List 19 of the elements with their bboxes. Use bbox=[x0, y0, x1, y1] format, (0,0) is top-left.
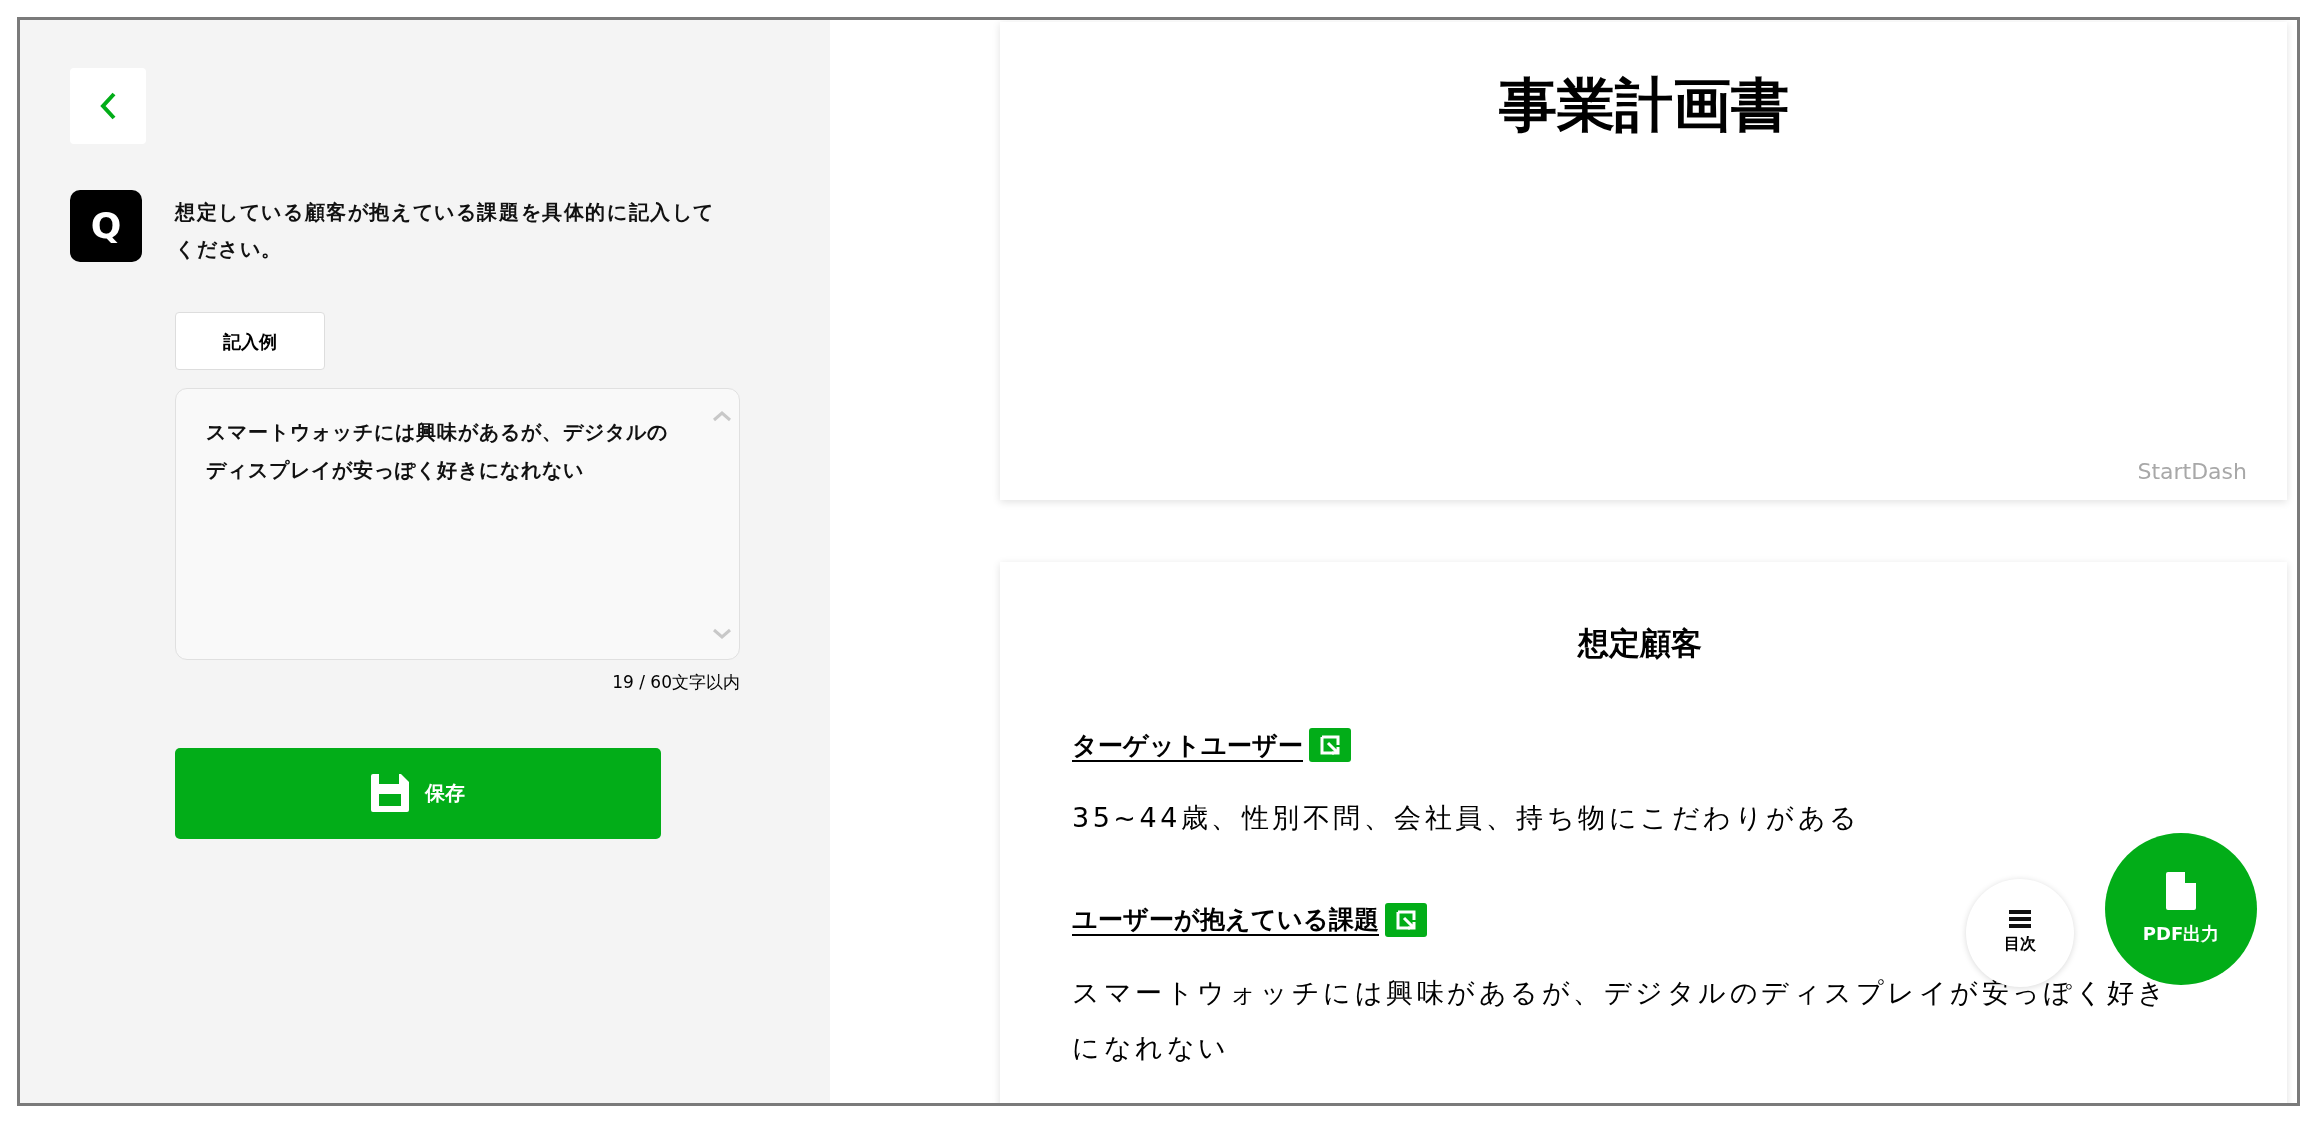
document-icon bbox=[2166, 871, 2196, 910]
answer-box[interactable]: スマートウォッチには興味があるが、デジタルのディスプレイが安っぽく好きになれない bbox=[175, 388, 740, 660]
character-counter: 19 / 60文字以内 bbox=[612, 672, 740, 692]
back-icon bbox=[99, 91, 117, 121]
question-badge: Q bbox=[70, 190, 142, 262]
item-heading: ユーザーが抱えている課題 bbox=[1072, 904, 1379, 936]
question-text: 想定している顧客が抱えている課題を具体的に記入してください。 bbox=[175, 199, 716, 263]
menu-icon bbox=[2009, 910, 2031, 928]
section-title: 想定顧客 bbox=[1577, 625, 1702, 661]
scroll-down-icon bbox=[712, 628, 732, 640]
brand-text: StartDash bbox=[2137, 458, 2247, 486]
back-button[interactable] bbox=[70, 68, 146, 144]
item-text: 35~44歳、性別不問、会社員、持ち物にこだわりがある bbox=[1072, 801, 1862, 835]
edit-icon[interactable] bbox=[1309, 728, 1351, 763]
scroll-up-icon bbox=[712, 410, 732, 422]
item-heading: ターゲットユーザー bbox=[1072, 729, 1303, 762]
example-button[interactable]: 記入例 bbox=[175, 312, 325, 370]
document-title: 事業計画書 bbox=[1498, 71, 1789, 139]
edit-icon[interactable] bbox=[1385, 902, 1427, 937]
